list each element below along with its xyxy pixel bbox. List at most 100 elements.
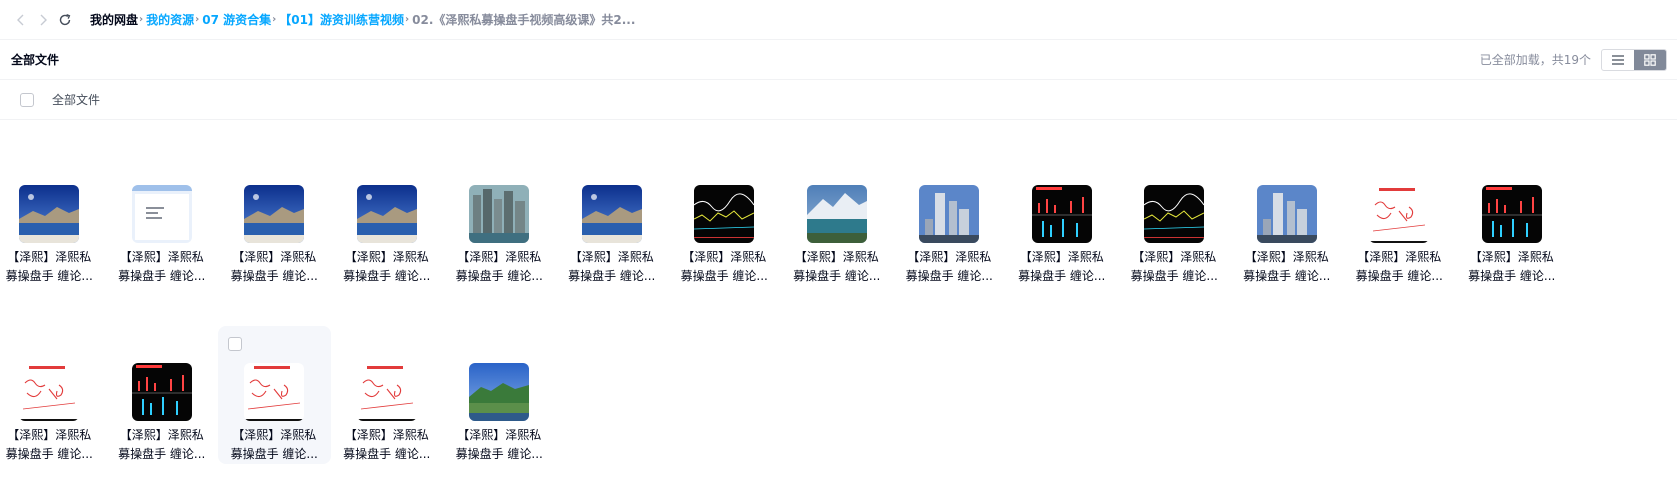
file-name-line1: 【泽熙】泽熙私 — [344, 250, 429, 264]
file-name-line2: 募操盘手 缠论... — [1468, 269, 1556, 283]
back-icon[interactable] — [10, 9, 32, 31]
file-name-line1: 【泽熙】泽熙私 — [232, 250, 317, 264]
file-card[interactable]: 【泽熙】泽熙私 募操盘手 缠论... — [0, 326, 106, 464]
video-thumbnail[interactable] — [1144, 185, 1205, 243]
file-card[interactable]: 【泽熙】泽熙私 募操盘手 缠论... — [218, 326, 331, 464]
file-name-line1: 【泽熙】泽熙私 — [794, 250, 879, 264]
file-name[interactable]: 【泽熙】泽熙私 募操盘手 缠论... — [1237, 248, 1337, 286]
video-thumbnail[interactable] — [1369, 185, 1430, 243]
breadcrumb-my-resources[interactable]: 我的资源 — [146, 11, 194, 28]
file-name-line2: 募操盘手 缠论... — [5, 447, 93, 461]
file-name-line2: 募操盘手 缠论... — [343, 269, 431, 283]
breadcrumb-folder-07[interactable]: 07 游资合集 — [202, 11, 271, 28]
forward-icon[interactable] — [32, 9, 54, 31]
file-name-line2: 募操盘手 缠论... — [1018, 269, 1106, 283]
file-card[interactable]: 【泽熙】泽熙私 募操盘手 缠论... — [781, 148, 894, 286]
video-thumbnail[interactable] — [1256, 185, 1317, 243]
video-thumbnail[interactable] — [1481, 185, 1542, 243]
file-grid-row: 【泽熙】泽熙私 募操盘手 缠论... 【泽熙】泽熙私 募操盘手 缠论... 【泽熙】泽熙… — [0, 148, 1677, 300]
breadcrumb-folder-01[interactable]: 【01】游资训练营视频 — [279, 11, 404, 28]
file-card[interactable]: 【泽熙】泽熙私 募操盘手 缠论... — [0, 148, 106, 286]
file-name-line1: 【泽熙】泽熙私 — [569, 250, 654, 264]
video-thumbnail[interactable] — [919, 185, 980, 243]
video-thumbnail[interactable] — [356, 363, 417, 421]
file-card[interactable]: 【泽熙】泽熙私 募操盘手 缠论... — [443, 326, 556, 464]
file-name-line1: 【泽熙】泽熙私 — [232, 428, 317, 442]
file-name[interactable]: 【泽熙】泽熙私 募操盘手 缠论... — [1124, 248, 1224, 286]
video-thumbnail[interactable] — [131, 363, 192, 421]
file-name-line2: 募操盘手 缠论... — [455, 447, 543, 461]
file-name-line1: 【泽熙】泽熙私 — [119, 428, 204, 442]
select-all-checkbox[interactable] — [20, 92, 34, 107]
video-thumbnail[interactable] — [19, 185, 80, 243]
file-card[interactable]: 【泽熙】泽熙私 募操盘手 缠论... — [106, 326, 219, 464]
file-name-line2: 募操盘手 缠论... — [1243, 269, 1331, 283]
file-card[interactable]: 【泽熙】泽熙私 募操盘手 缠论... — [668, 148, 781, 286]
file-name-line2: 募操盘手 缠论... — [118, 269, 206, 283]
breadcrumb-my-disk[interactable]: 我的网盘 — [90, 11, 138, 28]
chevron-right-icon: › — [139, 14, 144, 25]
file-name-line1: 【泽熙】泽熙私 — [119, 250, 204, 264]
file-name-line1: 【泽熙】泽熙私 — [1357, 250, 1442, 264]
file-checkbox[interactable] — [228, 337, 242, 351]
file-card[interactable]: 【泽熙】泽熙私 募操盘手 缠论... — [1118, 148, 1231, 286]
top-navigation-bar: 我的网盘 › 我的资源 › 07 游资合集 › 【01】游资训练营视频 › 02.《泽熙… — [0, 0, 1677, 40]
list-icon — [1612, 54, 1624, 65]
file-card[interactable]: 【泽熙】泽熙私 募操盘手 缠论... — [556, 148, 669, 286]
video-thumbnail[interactable] — [356, 185, 417, 243]
file-name[interactable]: 【泽熙】泽熙私 募操盘手 缠论... — [224, 248, 324, 286]
video-thumbnail[interactable] — [694, 185, 755, 243]
view-toggle — [1601, 48, 1667, 71]
list-view-button[interactable] — [1602, 50, 1634, 70]
page-title: 全部文件 — [11, 53, 60, 67]
file-card[interactable]: 【泽熙】泽熙私 募操盘手 缠论... — [218, 148, 331, 286]
video-thumbnail[interactable] — [131, 185, 192, 243]
refresh-icon[interactable] — [54, 9, 76, 31]
file-card[interactable]: 【泽熙】泽熙私 募操盘手 缠论... — [331, 326, 444, 464]
file-name[interactable]: 【泽熙】泽熙私 募操盘手 缠论... — [899, 248, 999, 286]
file-name[interactable]: 【泽熙】泽熙私 募操盘手 缠论... — [787, 248, 887, 286]
file-name-line1: 【泽熙】泽熙私 — [7, 428, 92, 442]
file-card[interactable]: 【泽熙】泽熙私 募操盘手 缠论... — [331, 148, 444, 286]
video-thumbnail[interactable] — [1031, 185, 1092, 243]
file-name[interactable]: 【泽熙】泽熙私 募操盘手 缠论... — [1349, 248, 1449, 286]
file-card[interactable]: 【泽熙】泽熙私 募操盘手 缠论... — [1231, 148, 1344, 286]
file-card[interactable]: 【泽熙】泽熙私 募操盘手 缠论... — [443, 148, 556, 286]
video-thumbnail[interactable] — [469, 185, 530, 243]
file-card[interactable]: 【泽熙】泽熙私 募操盘手 缠论... — [106, 148, 219, 286]
file-name-line1: 【泽熙】泽熙私 — [457, 250, 542, 264]
video-thumbnail[interactable] — [19, 363, 80, 421]
file-card[interactable]: 【泽熙】泽熙私 募操盘手 缠论... — [1456, 148, 1569, 286]
video-thumbnail[interactable] — [244, 185, 305, 243]
video-thumbnail[interactable] — [806, 185, 867, 243]
file-name[interactable]: 【泽熙】泽熙私 募操盘手 缠论... — [1462, 248, 1562, 286]
file-name-line1: 【泽熙】泽熙私 — [907, 250, 992, 264]
file-card[interactable]: 【泽熙】泽熙私 募操盘手 缠论... — [1006, 148, 1119, 286]
file-name-line2: 募操盘手 缠论... — [1130, 269, 1218, 283]
video-thumbnail[interactable] — [469, 363, 530, 421]
file-name[interactable]: 【泽熙】泽熙私 募操盘手 缠论... — [112, 248, 212, 286]
file-name-line1: 【泽熙】泽熙私 — [7, 250, 92, 264]
file-name-line1: 【泽熙】泽熙私 — [1469, 250, 1554, 264]
file-count-text: 已全部加载，共19个 — [1479, 53, 1591, 67]
file-name-line1: 【泽熙】泽熙私 — [344, 428, 429, 442]
breadcrumb-current-folder: 02.《泽熙私募操盘手视频高级课》共2... — [412, 13, 636, 27]
video-thumbnail[interactable] — [581, 185, 642, 243]
chevron-right-icon: › — [405, 14, 410, 25]
grid-view-button[interactable] — [1634, 49, 1666, 70]
file-list-header: 全部文件 已全部加载，共19个 — [0, 40, 1677, 80]
file-name[interactable]: 【泽熙】泽熙私 募操盘手 缠论... — [562, 248, 662, 286]
file-card[interactable]: 【泽熙】泽熙私 募操盘手 缠论... — [1343, 148, 1456, 286]
video-thumbnail[interactable] — [244, 363, 305, 421]
file-name[interactable]: 【泽熙】泽熙私 募操盘手 缠论... — [1012, 248, 1112, 286]
file-name[interactable]: 【泽熙】泽熙私 募操盘手 缠论... — [0, 248, 99, 286]
file-name[interactable]: 【泽熙】泽熙私 募操盘手 缠论... — [337, 248, 437, 286]
file-name[interactable]: 【泽熙】泽熙私 募操盘手 缠论... — [674, 248, 774, 286]
select-all-bar: 全部文件 — [0, 80, 1677, 120]
select-all-label: 全部文件 — [52, 93, 101, 107]
file-name-line1: 【泽熙】泽熙私 — [1132, 250, 1217, 264]
file-card[interactable]: 【泽熙】泽熙私 募操盘手 缠论... — [893, 148, 1006, 286]
file-name-line2: 募操盘手 缠论... — [793, 269, 881, 283]
file-grid-row: 【泽熙】泽熙私 募操盘手 缠论... 【泽熙】泽熙私 募操盘手 缠论... 【泽熙】泽熙… — [0, 326, 1677, 478]
file-name[interactable]: 【泽熙】泽熙私 募操盘手 缠论... — [449, 248, 549, 286]
